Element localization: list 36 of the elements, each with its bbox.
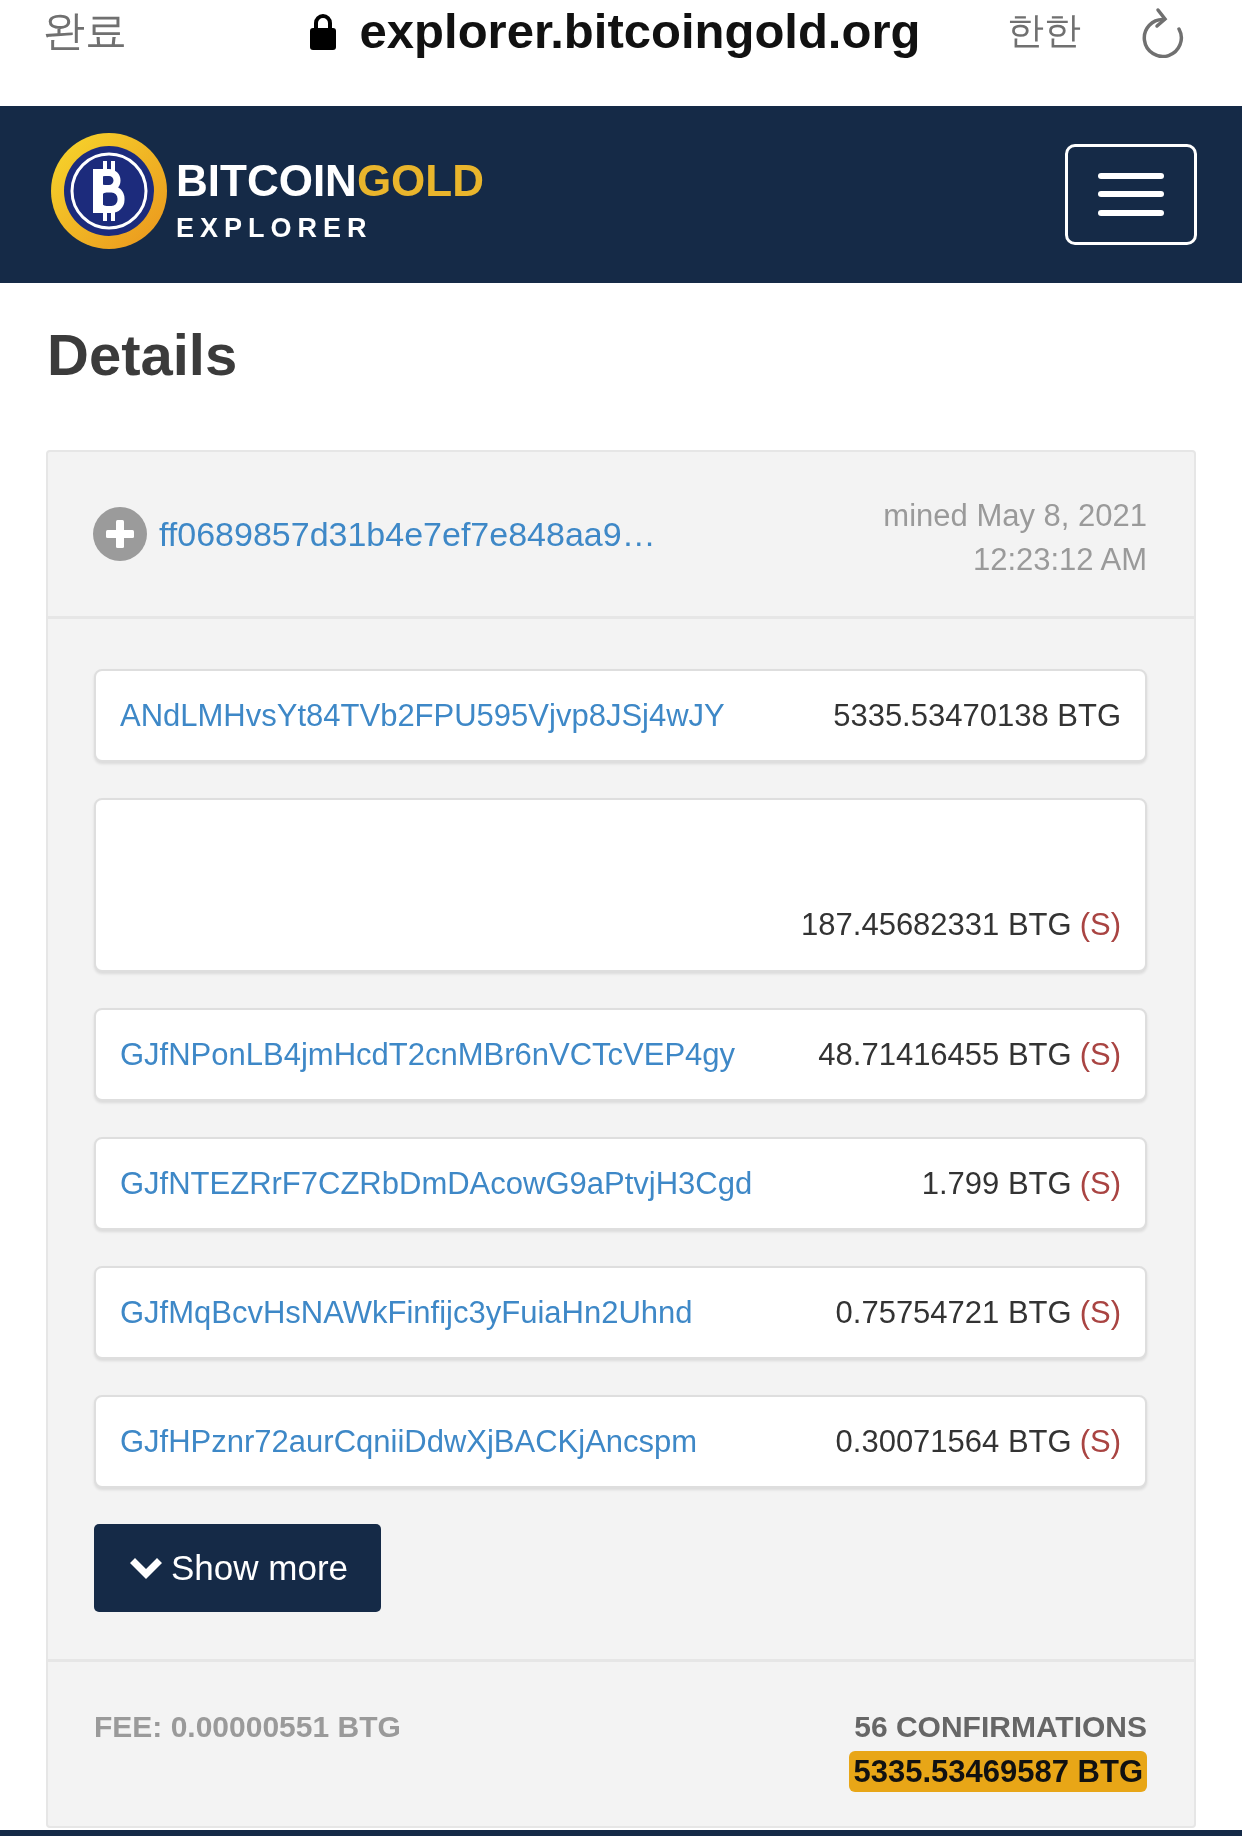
brand-name: GOLD <box>356 158 484 203</box>
lock-icon <box>308 12 337 50</box>
amount-text: 5335.53470138 BTG <box>833 696 1121 735</box>
text-size-button[interactable]: 한한 <box>1007 4 1081 58</box>
menu-icon <box>1098 173 1164 216</box>
amount-text: 48.71416455 BTG <box>818 1035 1072 1074</box>
spent-marker: (S) <box>1079 1422 1121 1461</box>
total-amount: 5335.53469587 BTG <box>849 1751 1147 1792</box>
spent-marker: (S) <box>1079 1164 1121 1203</box>
amount-text: 0.75754721 BTG <box>835 1293 1072 1332</box>
address-link[interactable]: GJfNPonLB4jmHcdT2cnMBr6nVCTcVEP4gy <box>120 1031 736 1078</box>
show-more-button[interactable]: Show more <box>94 1524 382 1612</box>
spent-marker: (S) <box>1079 1293 1121 1332</box>
amount-text: 0.30071564 BTG <box>835 1422 1072 1461</box>
address-link[interactable]: GJfMqBcvHsNAWkFinfijc3yFuiaHn2Uhnd <box>120 1289 693 1336</box>
mined-date: mined May 8, 2021 <box>883 497 1147 535</box>
address-link[interactable]: GJfNTEZRrF7CZRbDmDAcowG9aPtvjH3Cgd <box>120 1160 753 1207</box>
address-link[interactable]: GJfHPznr72aurCqniiDdwXjBACKjAncspm <box>120 1418 698 1465</box>
page-heading: Details <box>47 321 239 389</box>
chevron-down-icon <box>130 1556 162 1580</box>
spent-marker: (S) <box>1079 906 1121 944</box>
transaction-hash-link[interactable]: ff0689857d31b4e7ef7e848aa9… <box>159 514 656 554</box>
confirmations-text: 56 CONFIRMATIONS <box>854 1709 1147 1745</box>
mined-time: 12:23:12 AM <box>972 541 1147 579</box>
done-button[interactable]: 완료 <box>43 4 127 58</box>
plus-circle-icon[interactable] <box>93 507 147 561</box>
url-text[interactable]: explorer.bitcoingold.org <box>359 4 921 58</box>
amount-text: 1.799 BTG <box>921 1164 1072 1203</box>
spent-marker: (S) <box>1079 1035 1121 1074</box>
brand-subtitle: EXPLORER <box>176 212 374 243</box>
brand-name: BITCOIN <box>176 158 357 203</box>
address-link[interactable]: ANdLMHvsYt84TVb2FPU595Vjvp8JSj4wJY <box>120 692 725 739</box>
coin-logo-icon[interactable] <box>51 132 167 249</box>
fee-text: FEE: 0.00000551 BTG <box>94 1709 401 1745</box>
amount-text: 187.45682331 BTG <box>801 906 1072 944</box>
menu-button[interactable] <box>1065 144 1197 245</box>
